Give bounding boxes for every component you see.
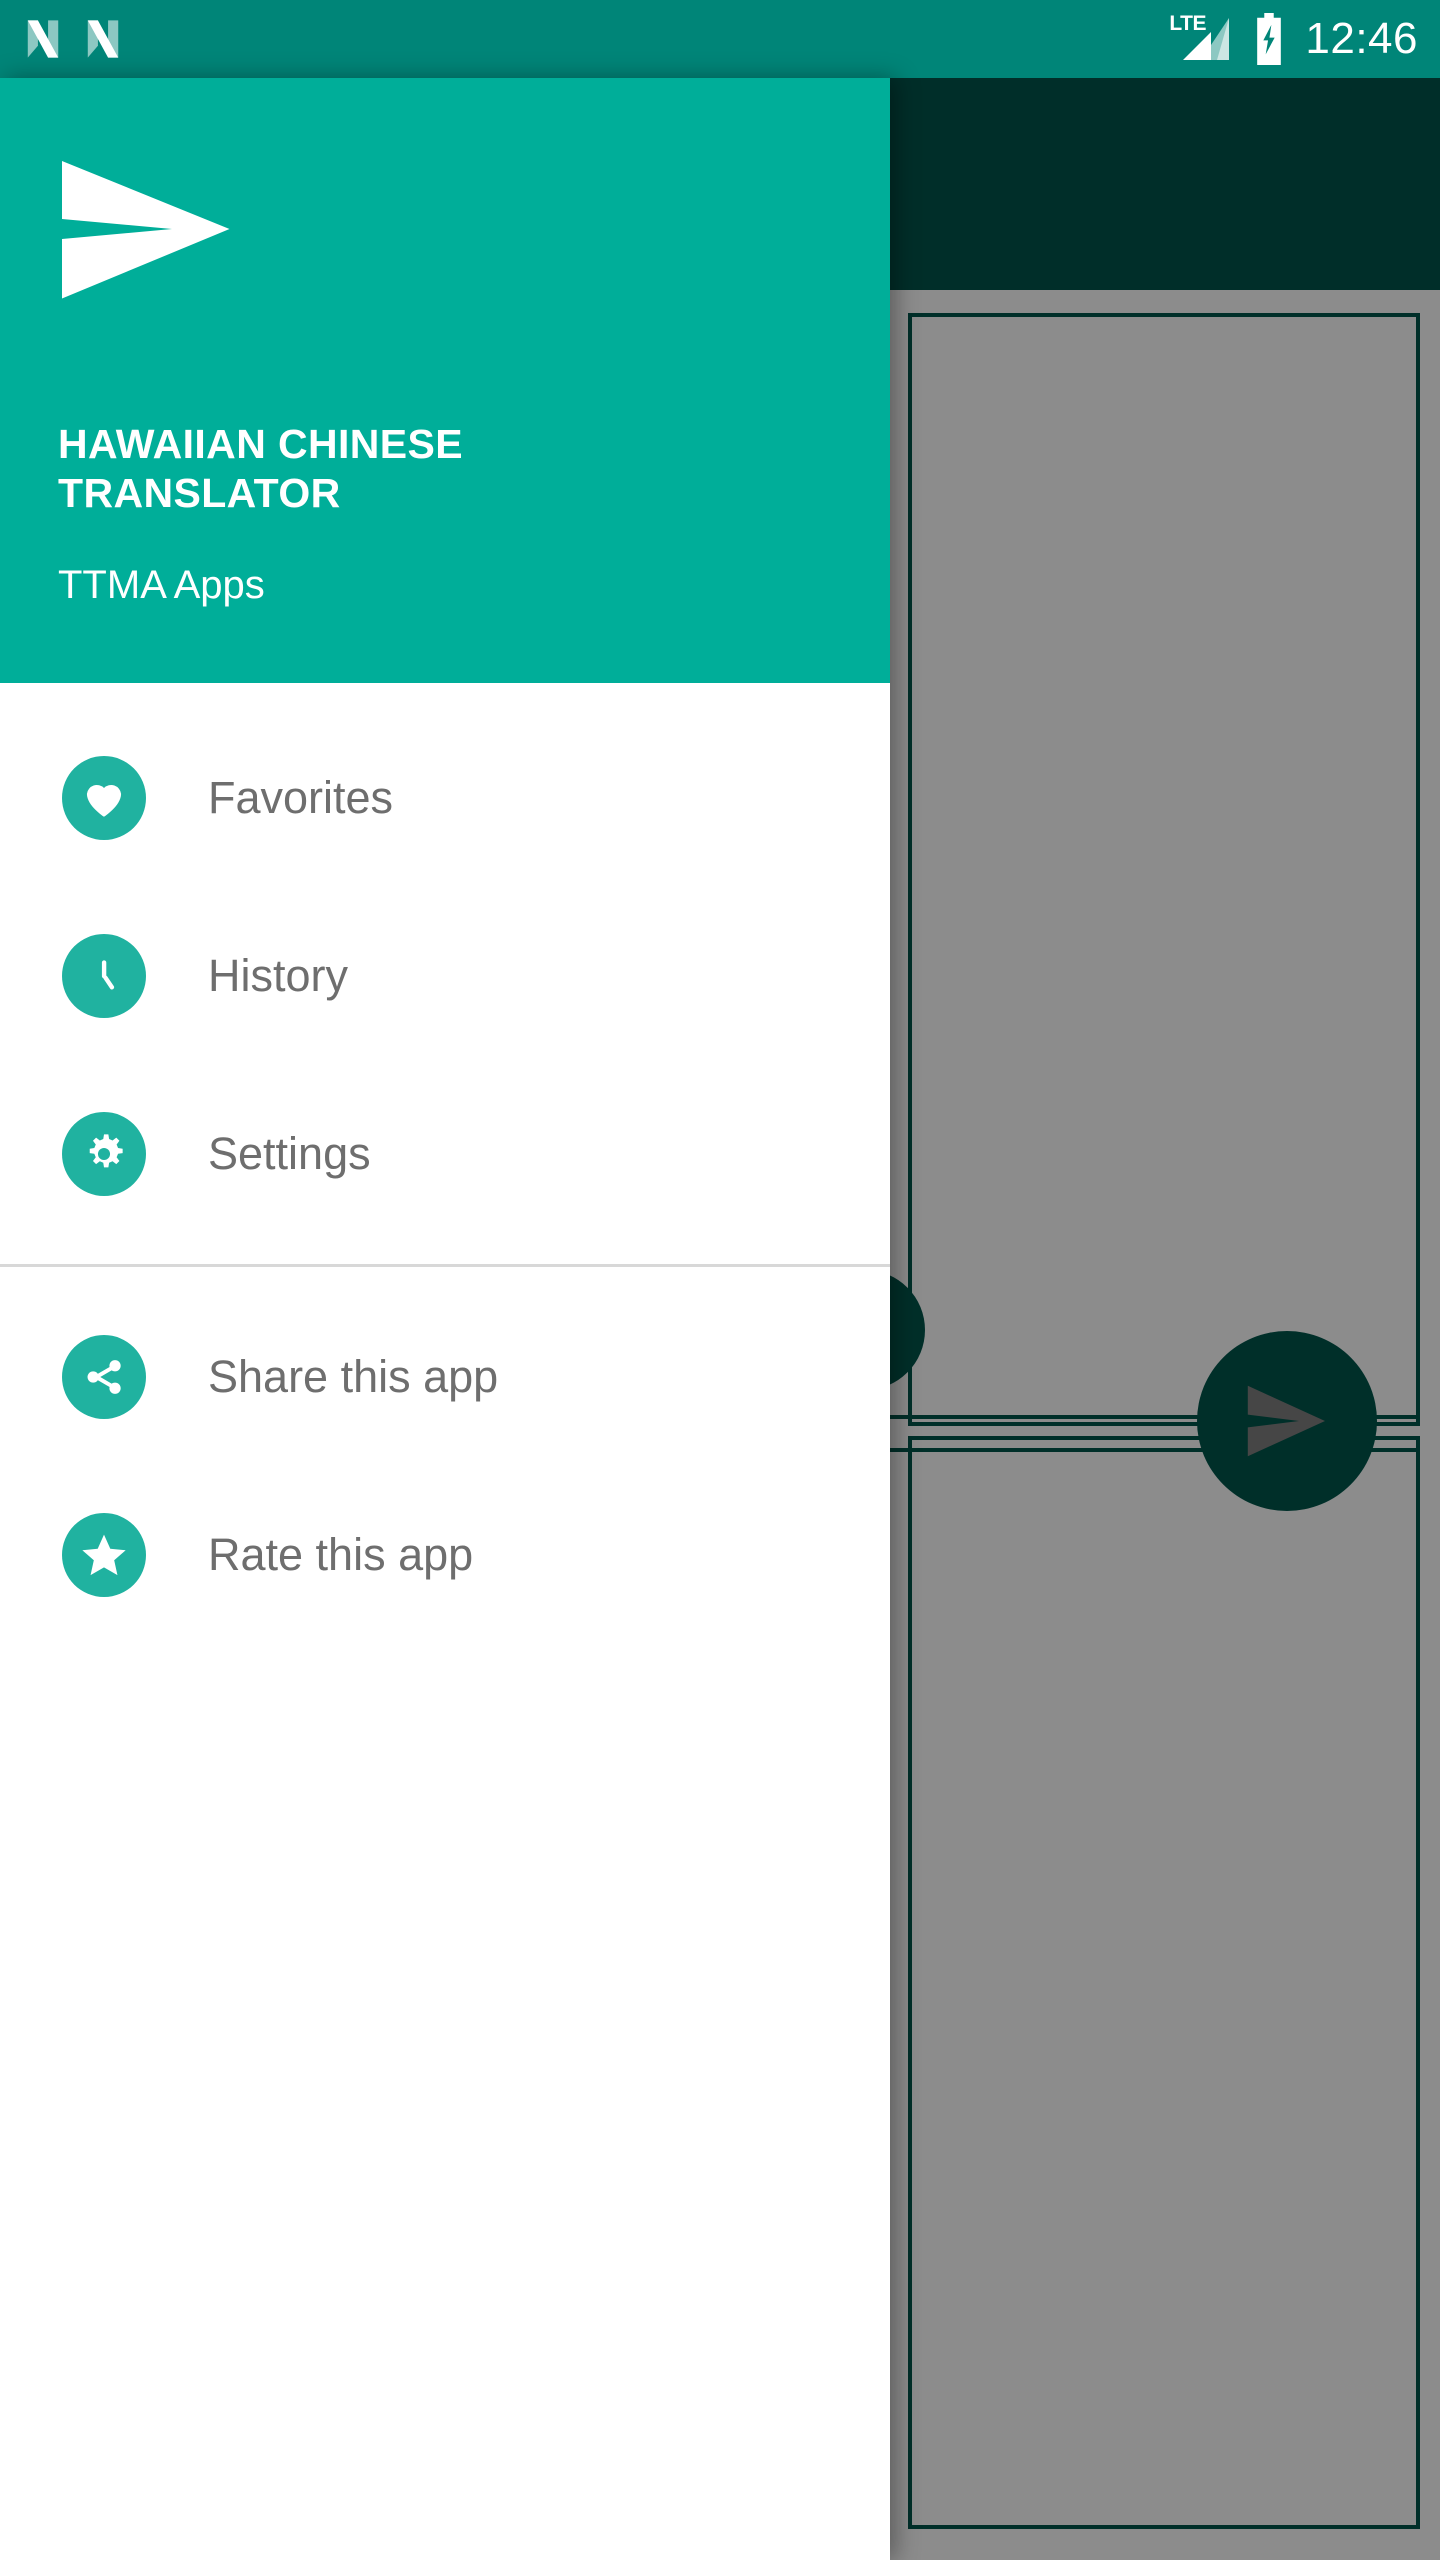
gear-icon	[62, 1112, 146, 1196]
drawer-primary-menu: Favorites History Settings	[0, 683, 890, 1243]
clock-icon	[62, 934, 146, 1018]
drawer-item-label: Rate this app	[208, 1529, 474, 1580]
drawer-item-label: Settings	[208, 1128, 371, 1179]
heart-icon	[62, 756, 146, 840]
drawer-item-share-this-app[interactable]: Share this app	[0, 1288, 890, 1466]
drawer-item-label: History	[208, 950, 349, 1001]
drawer-item-label: Share this app	[208, 1351, 499, 1402]
android-n-icon	[87, 20, 119, 58]
drawer-app-title: HAWAIIAN CHINESE TRANSLATOR	[58, 421, 464, 517]
source-text-panel[interactable]	[908, 313, 1420, 1426]
drawer-secondary-menu: Share this app Rate this app	[0, 1267, 890, 1644]
navigation-drawer[interactable]: HAWAIIAN CHINESE TRANSLATOR TTMA Apps Fa…	[0, 78, 890, 2560]
drawer-item-rate-this-app[interactable]: Rate this app	[0, 1466, 890, 1644]
drawer-item-favorites[interactable]: Favorites	[0, 709, 890, 887]
target-text-panel[interactable]	[908, 1436, 1420, 2529]
drawer-app-publisher: TTMA Apps	[58, 563, 265, 607]
status-bar: LTE 12:46	[0, 0, 1440, 78]
drawer-item-settings[interactable]: Settings	[0, 1065, 890, 1243]
star-icon	[62, 1513, 146, 1597]
send-icon	[1247, 1385, 1325, 1457]
battery-charging-icon	[1257, 13, 1282, 65]
signal-bars-icon	[1183, 18, 1230, 60]
share-icon	[62, 1335, 146, 1419]
status-bar-notifications	[22, 17, 124, 61]
phone-screen: CHINESE	[0, 0, 1440, 2560]
translate-send-button[interactable]	[1197, 1331, 1377, 1511]
drawer-header: HAWAIIAN CHINESE TRANSLATOR TTMA Apps	[0, 78, 890, 683]
android-n-icon	[27, 20, 59, 58]
paper-plane-logo-icon	[62, 161, 230, 299]
drawer-item-label: Favorites	[208, 772, 394, 823]
status-bar-clock: 12:46	[1305, 14, 1418, 63]
status-bar-system-icons: LTE 12:46	[1169, 12, 1418, 65]
drawer-item-history[interactable]: History	[0, 887, 890, 1065]
signal-bars-icon: LTE	[1169, 12, 1233, 64]
